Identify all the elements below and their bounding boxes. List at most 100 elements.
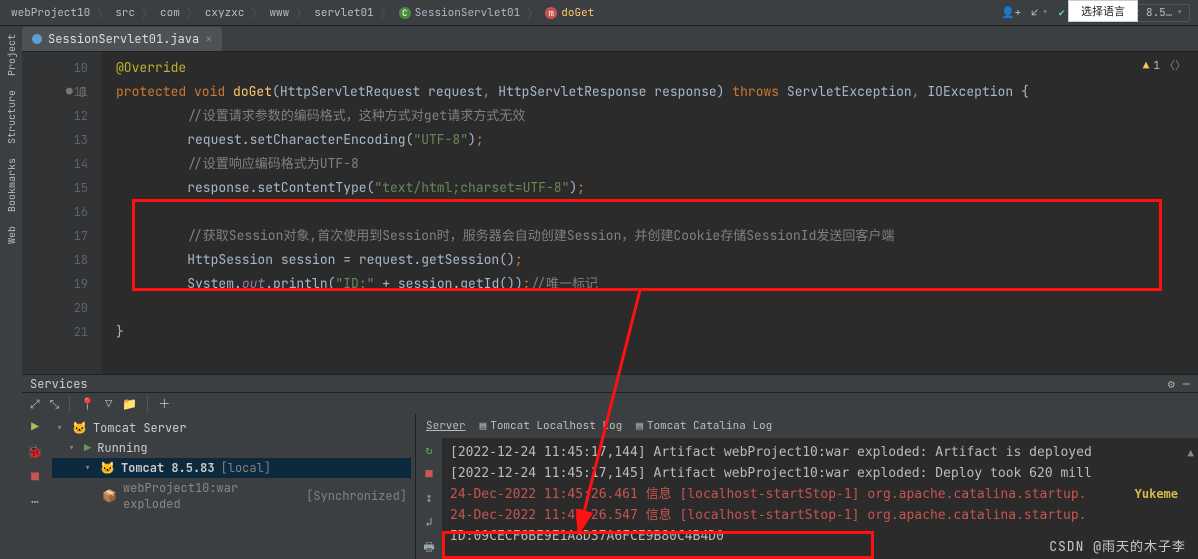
crumb-method[interactable]: doGet bbox=[542, 6, 597, 20]
inspection-summary[interactable]: ▲ 1 〈〉 bbox=[1143, 54, 1186, 78]
more-icon[interactable]: ⋯ bbox=[31, 493, 39, 510]
services-panel: Services ⚙ — ⤢ ⤡ 📍 ▽ 📁 ＋ ▶ 🐞 ■ ⋯ ▾ 🐱 Tom… bbox=[22, 374, 1198, 559]
tree-node-root[interactable]: ▾ 🐱 Tomcat Server bbox=[52, 418, 411, 438]
toolwin-structure[interactable]: Structure bbox=[5, 90, 18, 144]
crumb-class[interactable]: SessionServlet01 bbox=[396, 6, 524, 20]
code-line[interactable] bbox=[116, 200, 1184, 224]
crumb[interactable]: cxyzxc bbox=[202, 6, 248, 20]
file-tab-label: SessionServlet01.java bbox=[48, 31, 199, 47]
console-line: [2022-12-24 11:45:17,145] Artifact webPr… bbox=[450, 463, 1190, 484]
code-line[interactable]: System.out.println("ID:" + session.getId… bbox=[116, 272, 1184, 296]
pin-icon[interactable]: 📍 bbox=[80, 396, 95, 412]
tree-label: Tomcat 8.5.83 bbox=[121, 460, 215, 476]
debug-icon[interactable]: 🐞 bbox=[27, 443, 43, 460]
crumb-sep: 〉 bbox=[296, 5, 307, 21]
crumb-sep: 〉 bbox=[527, 5, 538, 21]
print-icon[interactable]: 🖶 bbox=[423, 538, 434, 559]
language-popup[interactable]: 选择语言 bbox=[1068, 0, 1138, 22]
run-icon[interactable]: ▶ bbox=[31, 418, 39, 435]
line-number: 20 bbox=[22, 296, 88, 320]
wrap-icon[interactable]: ↲ bbox=[425, 514, 432, 530]
vcs-check-icon[interactable]: ✔ bbox=[1058, 6, 1065, 20]
editor-tabs: SessionServlet01.java × bbox=[0, 26, 1198, 52]
stop-icon[interactable]: ■ bbox=[31, 468, 39, 485]
crumb[interactable]: webProject10 bbox=[8, 6, 93, 20]
caret-down-icon: ▾ bbox=[68, 440, 78, 456]
stop-icon[interactable]: ■ bbox=[425, 466, 432, 482]
crumb[interactable]: src bbox=[112, 6, 138, 20]
rerun-icon[interactable]: ↻ bbox=[425, 442, 432, 458]
line-number: 15 bbox=[22, 176, 88, 200]
separator bbox=[69, 396, 70, 412]
caret-down-icon: ▾ bbox=[84, 460, 94, 476]
add-icon[interactable]: ＋ bbox=[158, 395, 170, 412]
page-watermark: CSDN @雨天的木子李 bbox=[1049, 536, 1186, 555]
line-number: 10 bbox=[22, 56, 88, 80]
artifact-icon: 📦 bbox=[102, 488, 117, 504]
chevron-icon: 〈〉 bbox=[1164, 54, 1186, 78]
code-line[interactable]: //获取Session对象,首次使用到Session时，服务器会自动创建Sess… bbox=[116, 224, 1184, 248]
crumb[interactable]: www bbox=[266, 6, 292, 20]
crumb[interactable]: servlet01 bbox=[311, 6, 376, 20]
gear-icon[interactable]: ⚙ bbox=[1168, 376, 1175, 392]
toolwin-project[interactable]: Project bbox=[5, 34, 18, 76]
crumb-sep: 〉 bbox=[381, 5, 392, 21]
line-number: 16 bbox=[22, 200, 88, 224]
console-line: [2022-12-24 11:45:17,144] Artifact webPr… bbox=[450, 442, 1190, 463]
tab-server[interactable]: Server bbox=[426, 419, 466, 433]
code-line[interactable]: request.setCharacterEncoding("UTF-8"); bbox=[116, 128, 1184, 152]
crumb-sep: 〉 bbox=[97, 5, 108, 21]
play-icon: ▶ bbox=[84, 440, 91, 456]
console-gutter: ↻ ■ ↧ ↲ 🖶 bbox=[416, 438, 442, 559]
editor-area: 1011● @12131415161718192021 ▲ 1 〈〉 @Over… bbox=[22, 52, 1198, 374]
line-number: 17 bbox=[22, 224, 88, 248]
tree-label: Running bbox=[97, 440, 147, 456]
crumb[interactable]: com bbox=[157, 6, 183, 20]
expand-icon[interactable]: ⤢ bbox=[30, 396, 40, 412]
tab-catalina-log[interactable]: ▤ Tomcat Catalina Log bbox=[636, 419, 772, 433]
toolbar-dropdown-icon[interactable]: ↙ bbox=[1031, 6, 1048, 20]
services-title: Services bbox=[30, 376, 88, 392]
toolwin-bookmarks[interactable]: Bookmarks bbox=[5, 158, 18, 212]
line-number: 18 bbox=[22, 248, 88, 272]
file-tab[interactable]: SessionServlet01.java × bbox=[22, 27, 222, 51]
code-line[interactable]: @Override bbox=[116, 56, 1184, 80]
warning-icon: ▲ bbox=[1143, 54, 1150, 78]
code-line[interactable]: response.setContentType("text/html;chars… bbox=[116, 176, 1184, 200]
code-line[interactable]: //设置响应编码格式为UTF-8 bbox=[116, 152, 1184, 176]
tree-label: Tomcat Server bbox=[93, 420, 187, 436]
collapse-icon[interactable]: ⤡ bbox=[50, 396, 60, 412]
log-icon: ▤ bbox=[480, 419, 487, 433]
code-line[interactable]: protected void doGet(HttpServletRequest … bbox=[116, 80, 1184, 104]
filter-icon[interactable]: ▽ bbox=[105, 396, 112, 412]
services-left-gutter: ▶ 🐞 ■ ⋯ bbox=[22, 414, 48, 559]
services-toolbar: ⤢ ⤡ 📍 ▽ 📁 ＋ bbox=[22, 392, 1198, 414]
code-line[interactable] bbox=[116, 296, 1184, 320]
tab-localhost-log[interactable]: ▤ Tomcat Localhost Log bbox=[480, 419, 623, 433]
code-view[interactable]: ▲ 1 〈〉 @Overrideprotected void doGet(Htt… bbox=[102, 52, 1198, 374]
left-tool-strip: Project Structure Bookmarks Web bbox=[0, 26, 22, 559]
toolwin-web[interactable]: Web bbox=[5, 226, 18, 244]
add-user-icon[interactable]: 👤+ bbox=[1001, 6, 1021, 20]
code-line[interactable]: HttpSession session = request.getSession… bbox=[116, 248, 1184, 272]
services-tabs: Server ▤ Tomcat Localhost Log ▤ Tomcat C… bbox=[416, 414, 1198, 438]
scroll-icon[interactable]: ↧ bbox=[425, 490, 432, 506]
code-line[interactable]: } bbox=[116, 320, 1184, 344]
tree-node-artifact[interactable]: 📦 webProject10:war exploded [Synchronize… bbox=[52, 478, 411, 514]
minimize-icon[interactable]: — bbox=[1183, 376, 1190, 392]
close-icon[interactable]: × bbox=[205, 31, 212, 47]
services-tree[interactable]: ▾ 🐱 Tomcat Server ▾ ▶ Running ▾ 🐱 Tomcat… bbox=[48, 414, 416, 559]
code-line[interactable]: //设置请求参数的编码格式，这种方式对get请求方式无效 bbox=[116, 104, 1184, 128]
line-number: 11● @ bbox=[22, 80, 88, 104]
console-line: 24-Dec-2022 11:45:26.461 信息 [localhost-s… bbox=[450, 484, 1190, 505]
tree-node-config[interactable]: ▾ 🐱 Tomcat 8.5.83 [local] bbox=[52, 458, 411, 478]
tree-label: webProject10:war exploded bbox=[123, 480, 300, 512]
file-tab-icon bbox=[32, 34, 42, 44]
tree-node-running[interactable]: ▾ ▶ Running bbox=[52, 438, 411, 458]
group-icon[interactable]: 📁 bbox=[122, 396, 137, 412]
scroll-up-icon[interactable]: ▲ bbox=[1187, 442, 1194, 463]
line-number: 19 bbox=[22, 272, 88, 296]
tree-tag: [local] bbox=[221, 460, 271, 476]
separator bbox=[147, 396, 148, 412]
log-icon: ▤ bbox=[636, 419, 643, 433]
